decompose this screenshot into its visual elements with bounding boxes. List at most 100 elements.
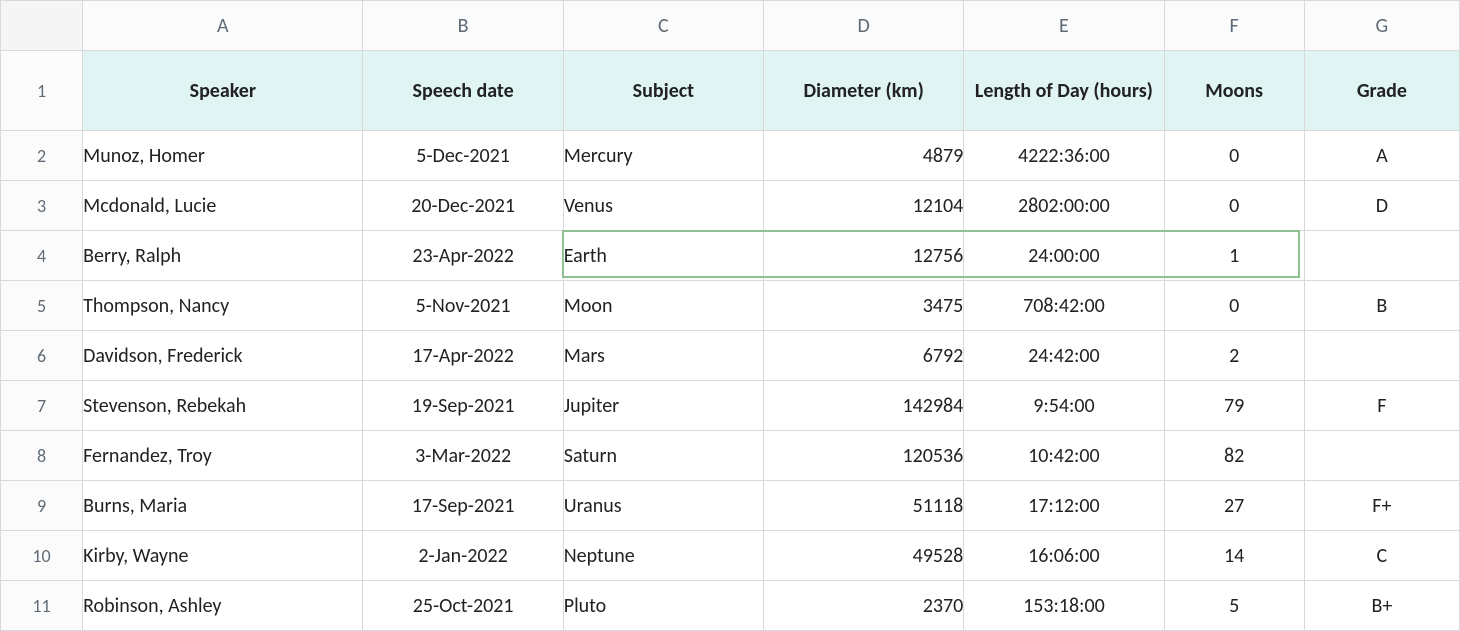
field-header-cell[interactable]: Speech date xyxy=(363,51,563,131)
column-header-D[interactable]: D xyxy=(764,1,964,51)
cell-B4[interactable]: 23-Apr-2022 xyxy=(363,231,563,281)
cell-F11[interactable]: 5 xyxy=(1164,581,1304,631)
cell-C2[interactable]: Mercury xyxy=(563,131,763,181)
cell-B3[interactable]: 20-Dec-2021 xyxy=(363,181,563,231)
cell-A2[interactable]: Munoz, Homer xyxy=(83,131,363,181)
cell-F2[interactable]: 0 xyxy=(1164,131,1304,181)
column-header-C[interactable]: C xyxy=(563,1,763,51)
cell-C8[interactable]: Saturn xyxy=(563,431,763,481)
cell-D5[interactable]: 3475 xyxy=(764,281,964,331)
cell-A7[interactable]: Stevenson, Rebekah xyxy=(83,381,363,431)
cell-D6[interactable]: 6792 xyxy=(764,331,964,381)
cell-G11[interactable]: B+ xyxy=(1304,581,1459,631)
cell-B9[interactable]: 17-Sep-2021 xyxy=(363,481,563,531)
column-header-E[interactable]: E xyxy=(964,1,1164,51)
cell-C11[interactable]: Pluto xyxy=(563,581,763,631)
row-header-3[interactable]: 3 xyxy=(1,181,83,231)
cell-E10[interactable]: 16:06:00 xyxy=(964,531,1164,581)
cell-C10[interactable]: Neptune xyxy=(563,531,763,581)
cell-D9[interactable]: 51118 xyxy=(764,481,964,531)
cell-F9[interactable]: 27 xyxy=(1164,481,1304,531)
column-header-B[interactable]: B xyxy=(363,1,563,51)
cell-G5[interactable]: B xyxy=(1304,281,1459,331)
column-header-F[interactable]: F xyxy=(1164,1,1304,51)
spreadsheet-grid[interactable]: ABCDEFG 1SpeakerSpeech dateSubjectDiamet… xyxy=(0,0,1460,631)
cell-A11[interactable]: Robinson, Ashley xyxy=(83,581,363,631)
cell-F5[interactable]: 0 xyxy=(1164,281,1304,331)
cell-E7[interactable]: 9:54:00 xyxy=(964,381,1164,431)
cell-G10[interactable]: C xyxy=(1304,531,1459,581)
cell-B10[interactable]: 2-Jan-2022 xyxy=(363,531,563,581)
cell-E6[interactable]: 24:42:00 xyxy=(964,331,1164,381)
row-header-7[interactable]: 7 xyxy=(1,381,83,431)
cell-D2[interactable]: 4879 xyxy=(764,131,964,181)
cell-F10[interactable]: 14 xyxy=(1164,531,1304,581)
row-header-4[interactable]: 4 xyxy=(1,231,83,281)
cell-E2[interactable]: 4222:36:00 xyxy=(964,131,1164,181)
column-header-G[interactable]: G xyxy=(1304,1,1459,51)
row-header-9[interactable]: 9 xyxy=(1,481,83,531)
cell-value: 17:12:00 xyxy=(1028,494,1100,518)
cell-E8[interactable]: 10:42:00 xyxy=(964,431,1164,481)
select-all-corner[interactable] xyxy=(1,1,83,51)
cell-A6[interactable]: Davidson, Frederick xyxy=(83,331,363,381)
cell-G9[interactable]: F+ xyxy=(1304,481,1459,531)
cell-F6[interactable]: 2 xyxy=(1164,331,1304,381)
cell-B7[interactable]: 19-Sep-2021 xyxy=(363,381,563,431)
cell-C3[interactable]: Venus xyxy=(563,181,763,231)
cell-E11[interactable]: 153:18:00 xyxy=(964,581,1164,631)
cell-G4[interactable] xyxy=(1304,231,1459,281)
cell-D3[interactable]: 12104 xyxy=(764,181,964,231)
cell-E9[interactable]: 17:12:00 xyxy=(964,481,1164,531)
cell-E4[interactable]: 24:00:00 xyxy=(964,231,1164,281)
field-header-cell[interactable]: Diameter (km) xyxy=(764,51,964,131)
cell-B8[interactable]: 3-Mar-2022 xyxy=(363,431,563,481)
cell-value: 0 xyxy=(1229,194,1239,218)
cell-B11[interactable]: 25-Oct-2021 xyxy=(363,581,563,631)
cell-A5[interactable]: Thompson, Nancy xyxy=(83,281,363,331)
cell-F8[interactable]: 82 xyxy=(1164,431,1304,481)
cell-G3[interactable]: D xyxy=(1304,181,1459,231)
cell-G6[interactable] xyxy=(1304,331,1459,381)
cell-B6[interactable]: 17-Apr-2022 xyxy=(363,331,563,381)
cell-C9[interactable]: Uranus xyxy=(563,481,763,531)
cell-A3[interactable]: Mcdonald, Lucie xyxy=(83,181,363,231)
field-header-cell[interactable]: Length of Day (hours) xyxy=(964,51,1164,131)
field-header-cell[interactable]: Grade xyxy=(1304,51,1459,131)
row-header-6[interactable]: 6 xyxy=(1,331,83,381)
cell-value: 2802:00:00 xyxy=(1018,194,1110,218)
cell-E3[interactable]: 2802:00:00 xyxy=(964,181,1164,231)
cell-A8[interactable]: Fernandez, Troy xyxy=(83,431,363,481)
cell-F7[interactable]: 79 xyxy=(1164,381,1304,431)
row-header-8[interactable]: 8 xyxy=(1,431,83,481)
cell-D4[interactable]: 12756 xyxy=(764,231,964,281)
row-header-11[interactable]: 11 xyxy=(1,581,83,631)
cell-B2[interactable]: 5-Dec-2021 xyxy=(363,131,563,181)
cell-A4[interactable]: Berry, Ralph xyxy=(83,231,363,281)
cell-A9[interactable]: Burns, Maria xyxy=(83,481,363,531)
cell-G8[interactable] xyxy=(1304,431,1459,481)
row-header-1[interactable]: 1 xyxy=(1,51,83,131)
cell-B5[interactable]: 5-Nov-2021 xyxy=(363,281,563,331)
cell-C7[interactable]: Jupiter xyxy=(563,381,763,431)
field-header-cell[interactable]: Subject xyxy=(563,51,763,131)
row-header-2[interactable]: 2 xyxy=(1,131,83,181)
cell-D7[interactable]: 142984 xyxy=(764,381,964,431)
cell-G7[interactable]: F xyxy=(1304,381,1459,431)
cell-C6[interactable]: Mars xyxy=(563,331,763,381)
cell-A10[interactable]: Kirby, Wayne xyxy=(83,531,363,581)
column-header-A[interactable]: A xyxy=(83,1,363,51)
cell-C4[interactable]: Earth xyxy=(563,231,763,281)
cell-F3[interactable]: 0 xyxy=(1164,181,1304,231)
field-header-cell[interactable]: Moons xyxy=(1164,51,1304,131)
cell-D10[interactable]: 49528 xyxy=(764,531,964,581)
row-header-5[interactable]: 5 xyxy=(1,281,83,331)
cell-D8[interactable]: 120536 xyxy=(764,431,964,481)
field-header-cell[interactable]: Speaker xyxy=(83,51,363,131)
cell-C5[interactable]: Moon xyxy=(563,281,763,331)
cell-G2[interactable]: A xyxy=(1304,131,1459,181)
row-header-10[interactable]: 10 xyxy=(1,531,83,581)
cell-D11[interactable]: 2370 xyxy=(764,581,964,631)
cell-F4[interactable]: 1 xyxy=(1164,231,1304,281)
cell-E5[interactable]: 708:42:00 xyxy=(964,281,1164,331)
